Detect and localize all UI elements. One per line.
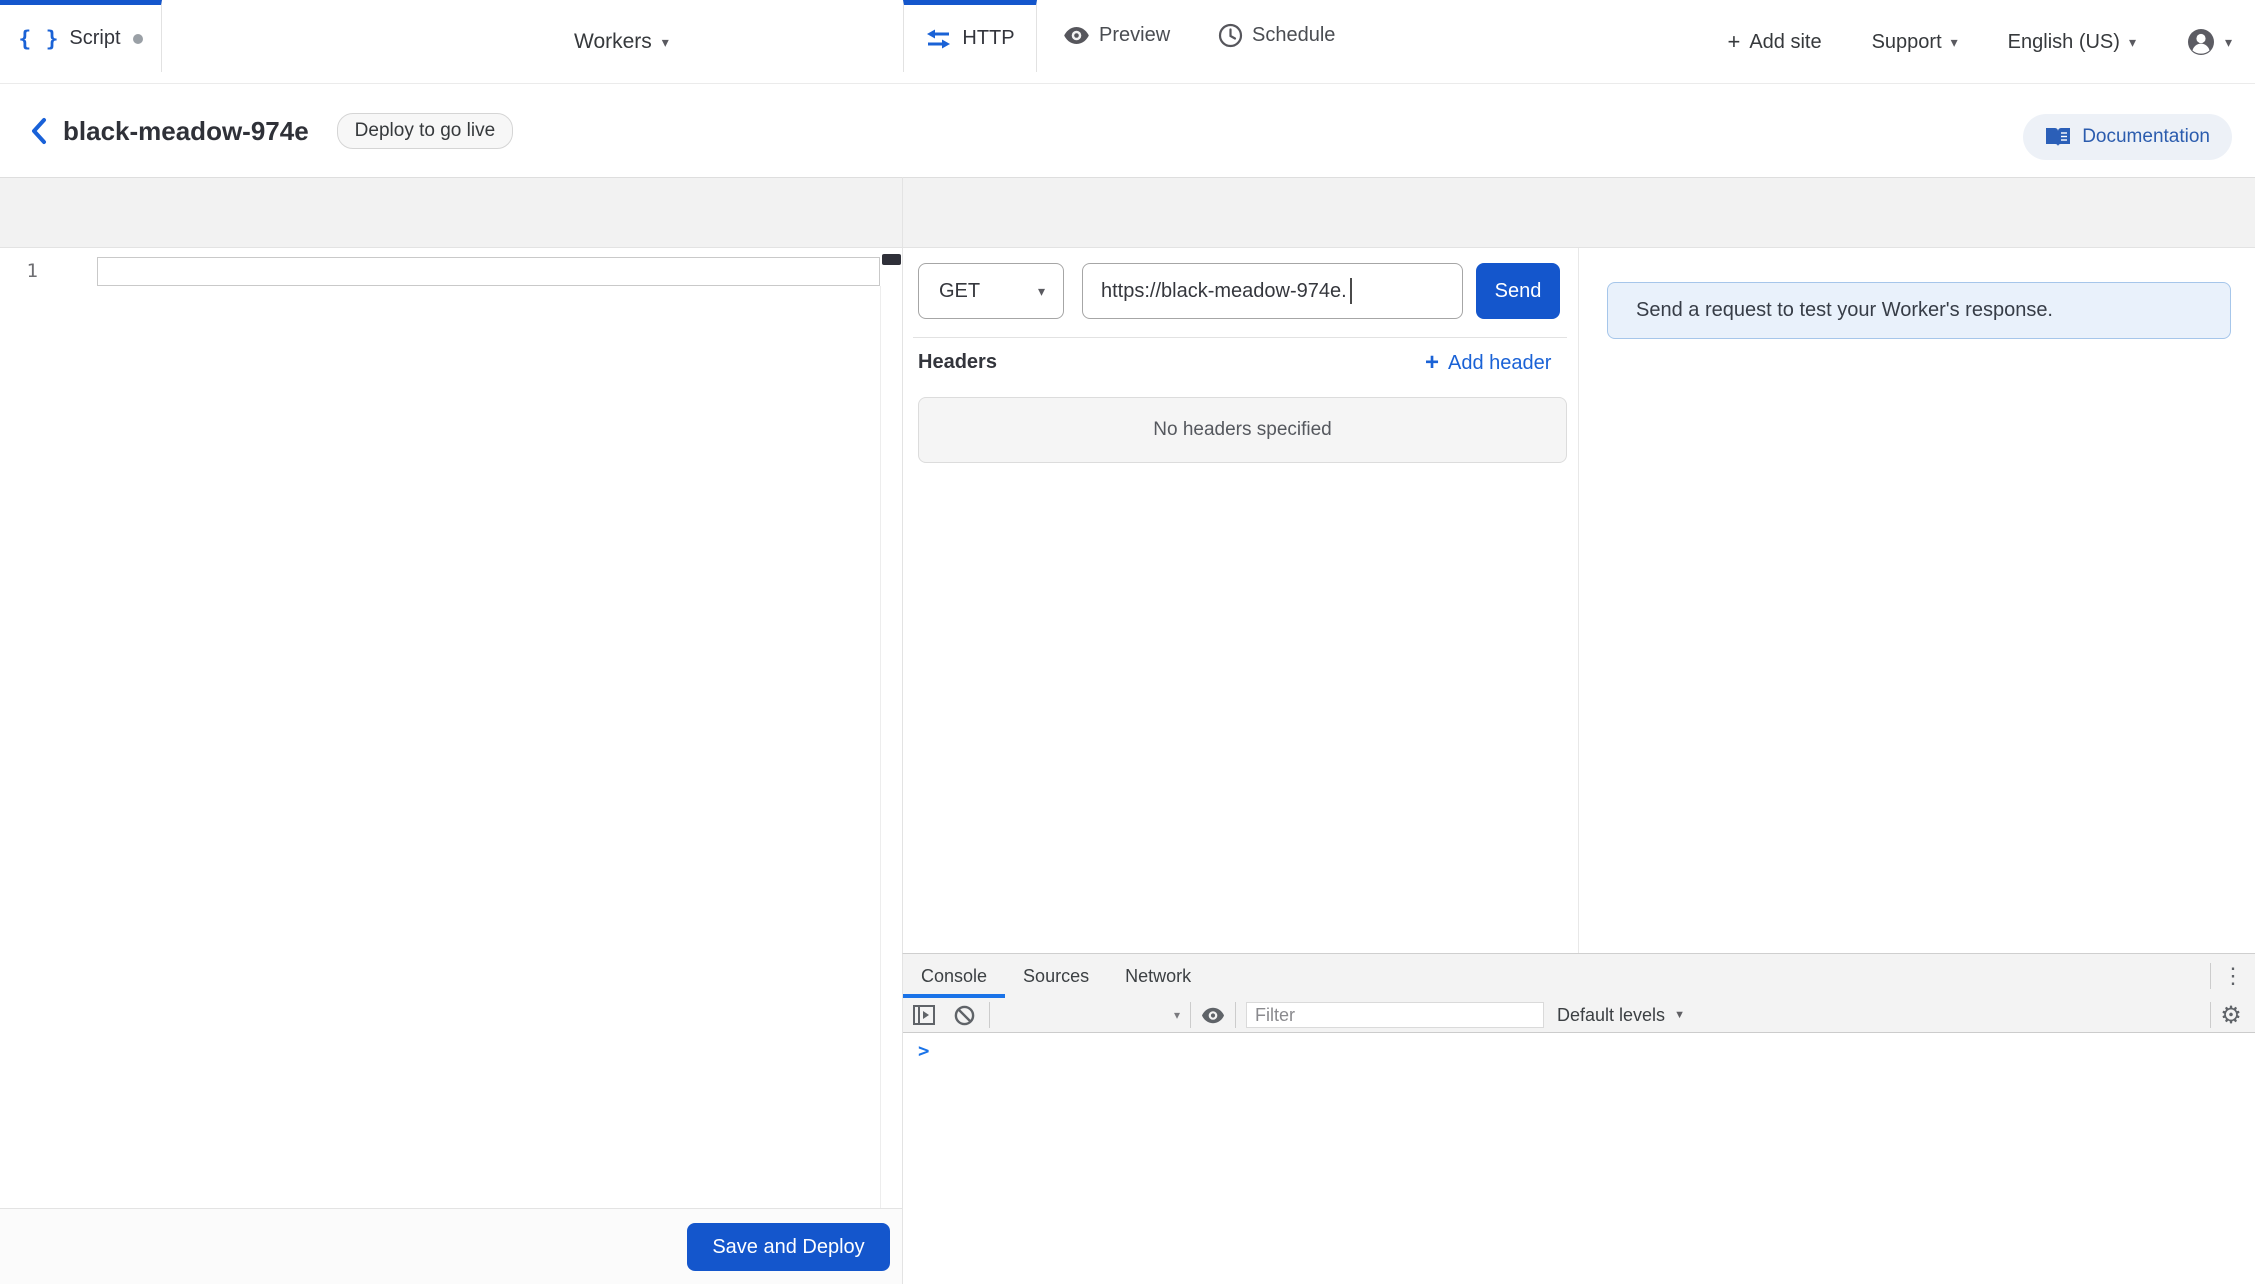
support-label: Support	[1872, 31, 1942, 54]
separator	[1190, 1002, 1191, 1028]
language-menu[interactable]: English (US) ▾	[2008, 31, 2136, 54]
braces-icon: { }	[18, 27, 59, 51]
devtools-menu-button[interactable]: ⋮	[2211, 954, 2255, 998]
schedule-tab-label: Schedule	[1252, 24, 1335, 47]
chevron-left-icon	[29, 116, 49, 146]
tab-console[interactable]: Console	[903, 954, 1005, 998]
product-menu-workers[interactable]: Workers ▾	[574, 0, 669, 84]
devtools-panel: Console Sources Network ⋮	[902, 953, 2255, 1284]
tab-sources[interactable]: Sources	[1005, 954, 1107, 998]
chevron-down-icon: ▾	[1951, 35, 1958, 49]
language-label: English (US)	[2008, 31, 2120, 54]
back-button[interactable]	[24, 116, 54, 146]
console-settings-button[interactable]: ⚙	[2211, 1001, 2251, 1030]
documentation-button[interactable]: Documentation	[2023, 114, 2232, 160]
save-and-deploy-button[interactable]: Save and Deploy	[687, 1223, 890, 1271]
support-menu[interactable]: Support ▾	[1872, 31, 1958, 54]
plus-icon: +	[1425, 349, 1439, 377]
unsaved-dot-icon	[133, 34, 143, 44]
chevron-down-icon: ▾	[2225, 35, 2232, 49]
js-context-select[interactable]: ▾	[990, 1002, 1190, 1028]
text-cursor	[1350, 278, 1352, 304]
documentation-label: Documentation	[2082, 126, 2210, 148]
network-tab-label: Network	[1125, 966, 1191, 987]
code-line-input[interactable]	[97, 257, 880, 286]
eye-icon	[1063, 26, 1090, 45]
add-site-label: Add site	[1749, 31, 1821, 54]
log-levels-label: Default levels	[1557, 1005, 1665, 1026]
console-prompt-chevron: >	[918, 1040, 929, 1062]
no-headers-box: No headers specified	[918, 397, 1567, 463]
clock-icon	[1218, 23, 1243, 48]
editor-tabstrip	[0, 177, 2255, 248]
script-tab-label: Script	[69, 27, 120, 50]
clear-console-button[interactable]	[951, 1002, 977, 1028]
active-tab-underline	[903, 994, 1005, 998]
tab-http[interactable]: HTTP	[903, 0, 1037, 72]
editor-footer: Save and Deploy	[0, 1208, 902, 1284]
console-filter-input[interactable]	[1246, 1002, 1544, 1028]
console-toolbar: ▾ Default levels ▼ ⚙	[903, 998, 2255, 1033]
no-headers-label: No headers specified	[1153, 419, 1332, 441]
tab-script[interactable]: { } Script	[0, 0, 162, 72]
headers-title: Headers	[918, 351, 997, 374]
chevron-down-icon: ▾	[2129, 35, 2136, 49]
console-tab-label: Console	[921, 966, 987, 987]
http-tab-label: HTTP	[962, 27, 1014, 50]
kebab-icon: ⋮	[2222, 963, 2244, 989]
account-menu[interactable]: ▾	[2186, 27, 2232, 57]
add-site-button[interactable]: + Add site	[1727, 29, 1821, 55]
response-divider	[1578, 248, 1579, 953]
console-output[interactable]: >	[903, 1033, 2255, 1285]
caret-down-icon: ▼	[1674, 1010, 1685, 1021]
response-hint-text: Send a request to test your Worker's res…	[1636, 299, 2053, 322]
chevron-down-icon: ▾	[1174, 1009, 1180, 1021]
avatar-icon	[2186, 27, 2216, 57]
book-icon	[2045, 127, 2071, 148]
separator	[1235, 1002, 1236, 1028]
tabbar-spacer	[1209, 954, 2210, 998]
line-number: 1	[12, 260, 38, 282]
http-arrows-icon	[925, 28, 952, 50]
worker-title-bar: black-meadow-974e Deploy to go live	[0, 85, 2255, 177]
add-header-label: Add header	[1448, 352, 1551, 375]
devtools-tabbar: Console Sources Network ⋮	[903, 954, 2255, 998]
preview-tab-label: Preview	[1099, 24, 1170, 47]
sources-tab-label: Sources	[1023, 966, 1089, 987]
product-menu-label: Workers	[574, 30, 652, 54]
request-url-value: https://black-meadow-974e.	[1101, 280, 1347, 303]
response-hint-box: Send a request to test your Worker's res…	[1607, 282, 2231, 339]
add-header-button[interactable]: + Add header	[1425, 349, 1551, 377]
deploy-status-badge: Deploy to go live	[337, 113, 513, 149]
plus-icon: +	[1727, 29, 1740, 55]
request-url-input[interactable]: https://black-meadow-974e.	[1082, 263, 1463, 319]
eye-icon	[1201, 1007, 1225, 1024]
live-expression-button[interactable]	[1200, 1002, 1226, 1028]
tab-network[interactable]: Network	[1107, 954, 1209, 998]
send-button[interactable]: Send	[1476, 263, 1560, 319]
page-title: black-meadow-974e	[63, 116, 309, 147]
top-nav: + Add site Support ▾ English (US) ▾ ▾	[1727, 0, 2232, 84]
gear-icon: ⚙	[2220, 1001, 2242, 1030]
tab-schedule[interactable]: Schedule	[1192, 0, 1361, 71]
editor-scrollbar-thumb[interactable]	[882, 254, 901, 265]
console-sidebar-icon	[913, 1005, 935, 1025]
tab-preview[interactable]: Preview	[1037, 0, 1196, 71]
http-method-value: GET	[939, 280, 980, 303]
console-sidebar-toggle[interactable]	[911, 1002, 937, 1028]
chevron-down-icon: ▾	[1038, 284, 1045, 298]
http-method-select[interactable]: GET ▾	[918, 263, 1064, 319]
headers-divider	[913, 337, 1567, 338]
chevron-down-icon: ▾	[662, 35, 669, 49]
ban-icon	[954, 1005, 975, 1026]
log-levels-select[interactable]: Default levels ▼	[1557, 1005, 1685, 1026]
editor-scrollbar-track	[880, 286, 881, 1208]
